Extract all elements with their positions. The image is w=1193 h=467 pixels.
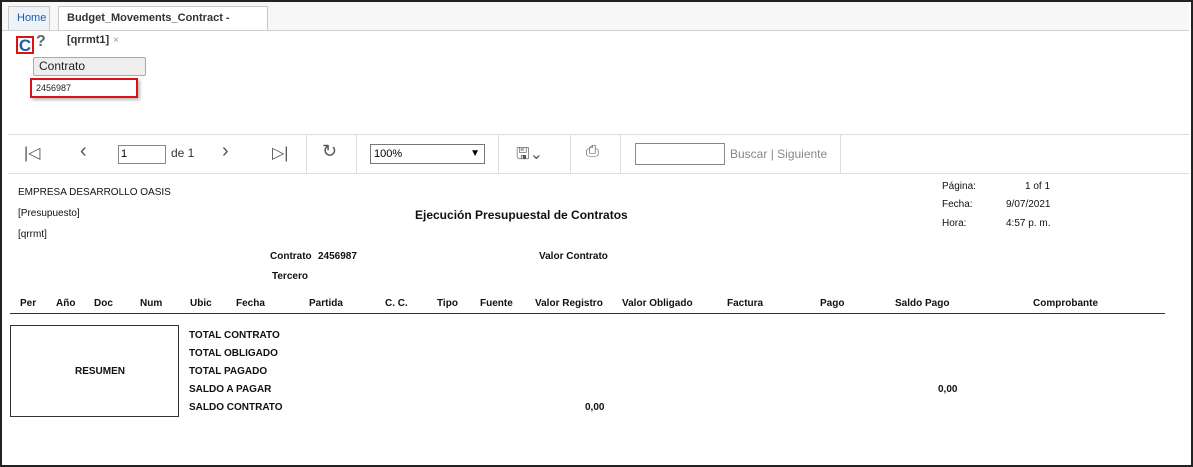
column-header: Fuente xyxy=(480,298,513,309)
column-header: Valor Registro xyxy=(535,298,603,309)
separator xyxy=(306,135,307,173)
separator xyxy=(498,135,499,173)
search-label[interactable]: Buscar xyxy=(730,147,767,161)
total-contrato-label: TOTAL CONTRATO xyxy=(189,330,280,341)
column-header: Comprobante xyxy=(1033,298,1098,309)
contrato-input[interactable]: 2456987 xyxy=(30,78,138,98)
tab-bar: Home Budget_Movements_Contract -[qrrmt1]… xyxy=(2,2,1189,46)
page-count: de 1 xyxy=(171,146,195,160)
print-icon[interactable]: ⎙ xyxy=(586,143,599,161)
column-header: Ubic xyxy=(190,298,212,309)
page-value: 1 of 1 xyxy=(1025,181,1051,192)
saldo-contrato-value: 0,00 xyxy=(585,402,605,413)
close-tab-icon[interactable]: × xyxy=(113,35,119,46)
summary-box: RESUMEN xyxy=(10,325,179,417)
column-header: C. C. xyxy=(385,298,408,309)
zoom-value: 100% xyxy=(374,148,403,160)
saldo-pagar-label: SALDO A PAGAR xyxy=(189,384,272,395)
separator xyxy=(840,135,841,173)
company-name: EMPRESA DESARROLLO OASIS xyxy=(18,187,171,198)
zoom-select[interactable]: 100% ▼ xyxy=(370,144,485,164)
separator xyxy=(356,135,357,173)
column-header: Num xyxy=(140,298,163,309)
search-input[interactable] xyxy=(635,143,725,165)
tab-budget-movements[interactable]: Budget_Movements_Contract -[qrrmt1] × xyxy=(58,6,268,46)
save-icon[interactable]: 🖫⌄ xyxy=(516,143,543,170)
report-title: Ejecución Presupuestal de Contratos xyxy=(415,208,628,222)
search-find-link[interactable]: Buscar | Siguiente xyxy=(730,147,827,161)
budget-tag: [Presupuesto] xyxy=(18,208,80,219)
code-tag: [qrrmt] xyxy=(18,229,47,240)
help-icon[interactable]: ? xyxy=(36,33,46,51)
column-header: Saldo Pago xyxy=(895,298,950,309)
next-page-icon[interactable]: › xyxy=(222,140,229,163)
third-party-label: Tercero xyxy=(272,271,308,282)
saldo-contrato-label: SALDO CONTRATO xyxy=(189,402,283,413)
time-value: 4:57 p. m. xyxy=(1006,218,1051,229)
date-label: Fecha: xyxy=(942,199,973,210)
date-value: 9/07/2021 xyxy=(1006,199,1051,210)
column-header: Per xyxy=(20,298,37,309)
contract-value: 2456987 xyxy=(318,251,357,262)
column-header: Año xyxy=(56,298,76,309)
column-header: Pago xyxy=(820,298,845,309)
last-page-icon[interactable]: ▷| xyxy=(272,143,288,163)
contract-value-label: Valor Contrato xyxy=(539,251,608,262)
summary-label: RESUMEN xyxy=(75,366,126,377)
separator xyxy=(620,135,621,173)
refresh-icon[interactable]: C xyxy=(16,36,34,54)
previous-page-icon[interactable]: ‹ xyxy=(80,140,87,163)
report-toolbar: |◁ ‹ 1 de 1 › ▷| ↻ 100% ▼ 🖫⌄ ⎙ Buscar | S… xyxy=(8,134,1189,174)
contract-label: Contrato xyxy=(270,251,312,262)
column-header: Factura xyxy=(727,298,764,309)
page-label: Página: xyxy=(942,181,976,192)
column-header: Doc xyxy=(94,298,113,309)
report-page: EMPRESA DESARROLLO OASIS [Presupuesto] [… xyxy=(0,175,1193,465)
contrato-label: Contrato xyxy=(33,57,146,76)
total-pagado-label: TOTAL PAGADO xyxy=(189,366,268,377)
saldo-pagar-value: 0,00 xyxy=(938,384,958,395)
chevron-down-icon: ▼ xyxy=(470,148,480,159)
first-page-icon[interactable]: |◁ xyxy=(24,143,40,163)
column-header: Tipo xyxy=(437,298,458,309)
column-header: Fecha xyxy=(236,298,265,309)
page-number-input[interactable]: 1 xyxy=(118,145,166,164)
column-header: Partida xyxy=(309,298,343,309)
tab-home[interactable]: Home xyxy=(8,6,50,30)
separator xyxy=(570,135,571,173)
column-header: Valor Obligado xyxy=(622,298,693,309)
search-next-label[interactable]: | Siguiente xyxy=(771,147,828,161)
total-obligado-label: TOTAL OBLIGADO xyxy=(189,348,278,359)
reload-icon[interactable]: ↻ xyxy=(322,141,337,162)
header-rule xyxy=(10,313,1165,314)
time-label: Hora: xyxy=(942,218,967,229)
